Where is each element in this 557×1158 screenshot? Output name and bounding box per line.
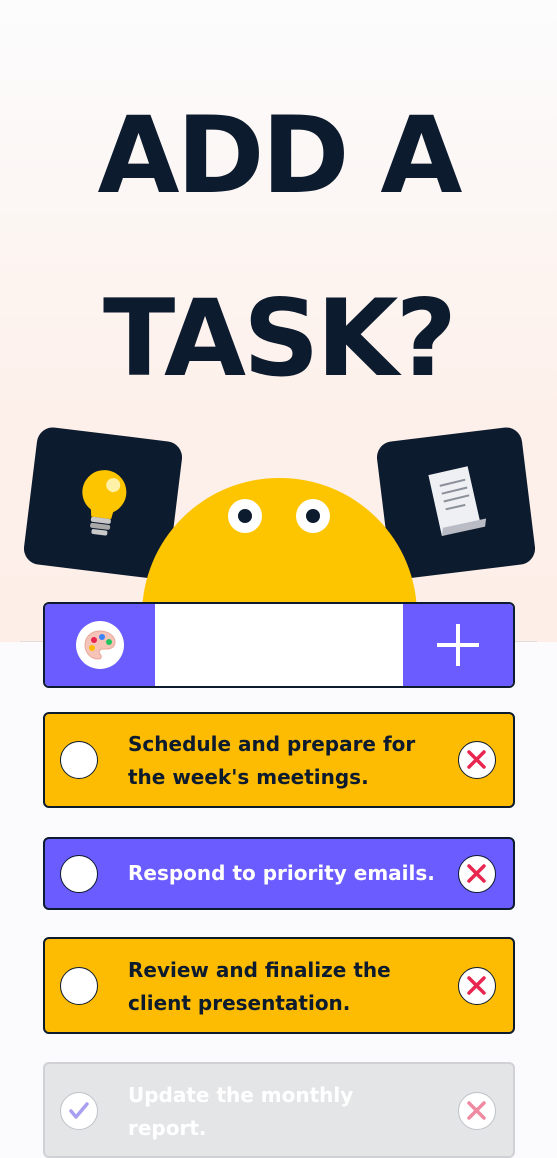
close-icon: [467, 864, 486, 883]
mascot-right-eye: [296, 499, 330, 533]
task-item-completed: Update the monthly report.: [43, 1062, 515, 1158]
delete-task-button[interactable]: [458, 1092, 496, 1130]
delete-task-button[interactable]: [458, 855, 496, 893]
hero-section: ADD A TASK?: [0, 0, 557, 642]
scroll-icon: [428, 466, 487, 536]
lightbulb-icon: [82, 470, 127, 536]
add-task-bar: [43, 602, 515, 688]
color-picker-button[interactable]: [45, 604, 155, 686]
task-text: Update the monthly report.: [128, 1083, 354, 1140]
task-text: Review and finalize the client presentat…: [128, 958, 391, 1015]
task-item: Schedule and prepare for the week's meet…: [43, 712, 515, 808]
page-title-line-1: ADD A: [97, 94, 463, 217]
add-task-button[interactable]: [403, 604, 513, 686]
close-icon: [467, 750, 486, 769]
plus-icon: [437, 624, 479, 666]
task-item: Review and finalize the client presentat…: [43, 937, 515, 1034]
task-text: Respond to priority emails.: [128, 861, 435, 885]
checkmark-icon: [69, 1102, 89, 1119]
task-item: Respond to priority emails.: [43, 837, 515, 910]
close-icon: [467, 976, 486, 995]
delete-task-button[interactable]: [458, 967, 496, 1005]
close-icon: [467, 1101, 486, 1120]
mascot-left-eye: [228, 499, 262, 533]
page-title-line-2: TASK?: [102, 277, 457, 400]
complete-checkbox[interactable]: [60, 741, 98, 779]
task-text: Schedule and prepare for the week's meet…: [128, 732, 416, 789]
delete-task-button[interactable]: [458, 741, 496, 779]
complete-checkbox[interactable]: [60, 967, 98, 1005]
palette-icon: [84, 630, 116, 660]
complete-checkbox[interactable]: [60, 1092, 98, 1130]
complete-checkbox[interactable]: [60, 855, 98, 893]
task-input[interactable]: [155, 604, 403, 686]
